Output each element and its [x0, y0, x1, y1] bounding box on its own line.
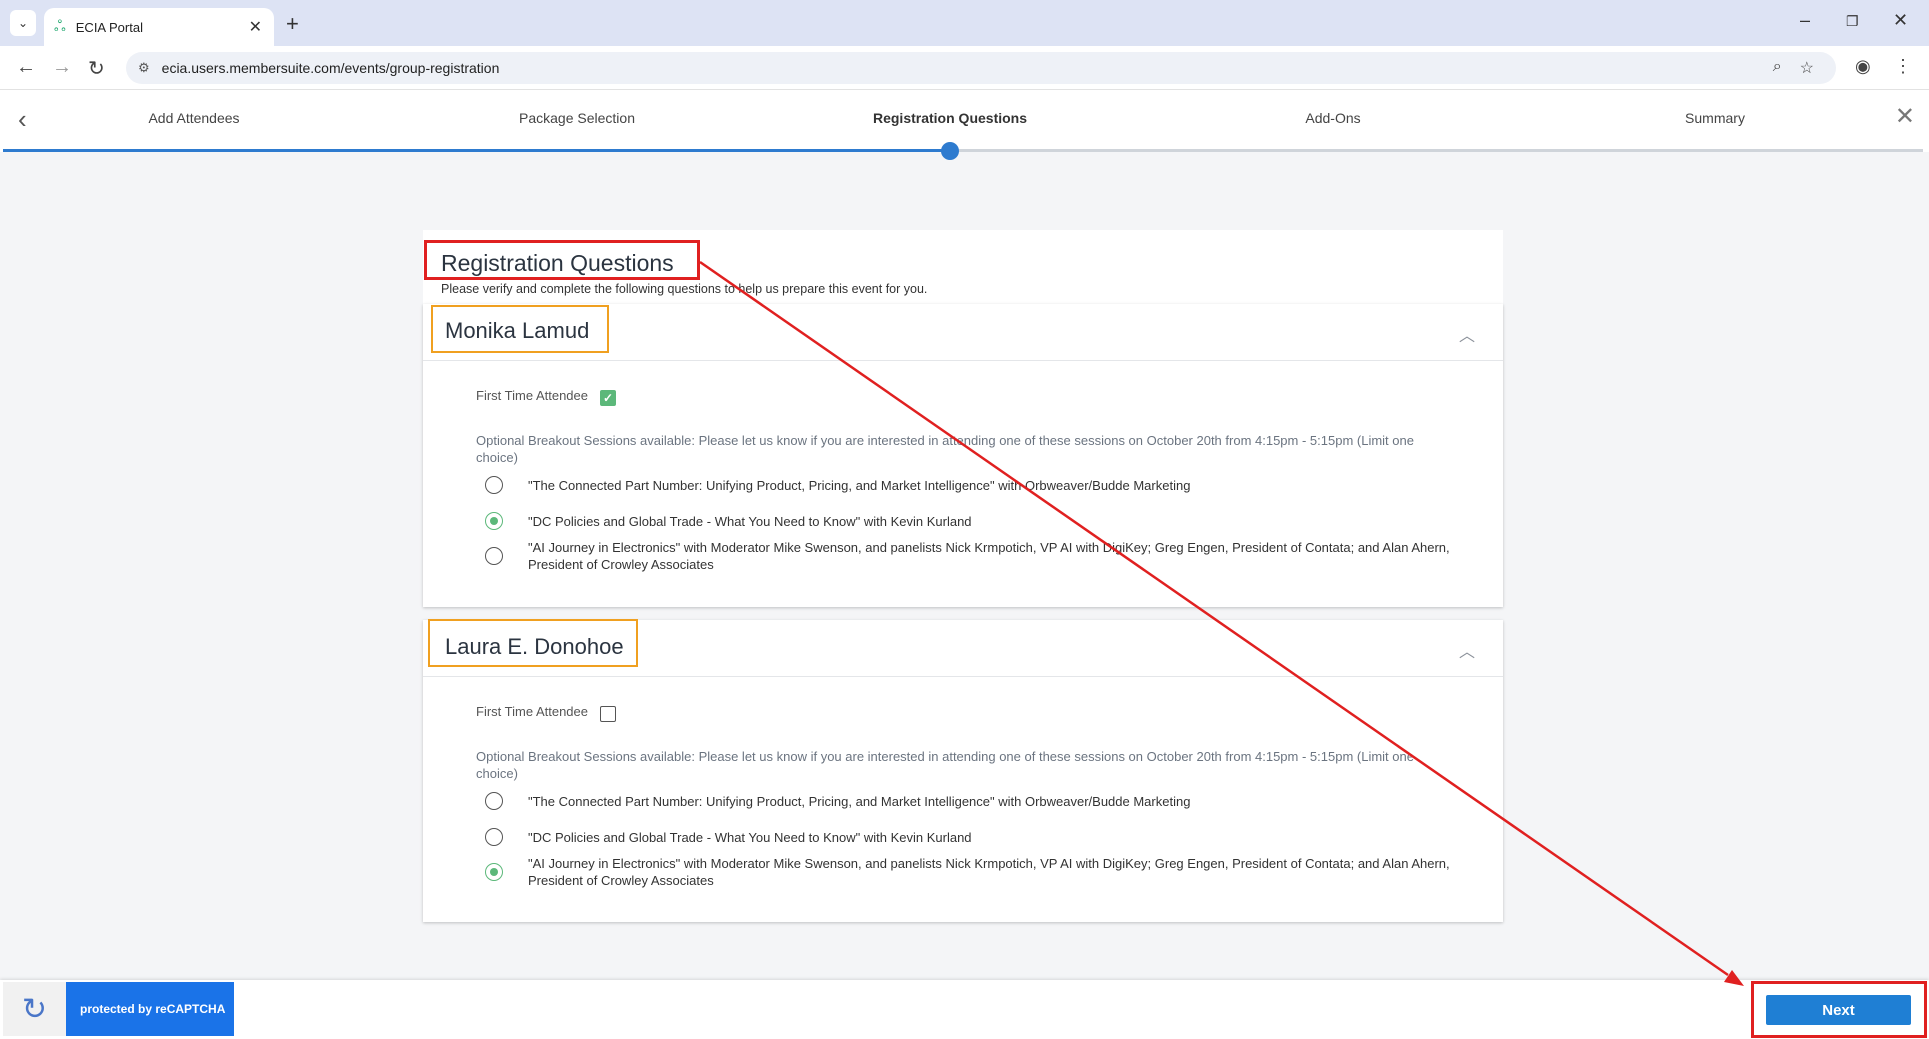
radio-button[interactable] — [485, 792, 503, 810]
first-time-attendee-row: First Time Attendee ✓ — [476, 384, 616, 406]
progress-fill — [3, 149, 951, 152]
url-text: ecia.users.membersuite.com/events/group-… — [161, 60, 500, 76]
progress-current-dot — [941, 142, 959, 160]
radio-button[interactable] — [485, 476, 503, 494]
new-tab-icon[interactable]: + — [286, 11, 299, 37]
recaptcha-icon: ↻ — [3, 982, 66, 1036]
bookmark-star-icon[interactable]: ☆ — [1800, 58, 1814, 78]
stepper-close-icon[interactable]: ✕ — [1895, 102, 1915, 131]
option-label: "AI Journey in Electronics" with Moderat… — [528, 540, 1450, 572]
step-add-ons[interactable]: Add-Ons — [1305, 110, 1360, 126]
profile-icon[interactable]: ◉ — [1855, 56, 1871, 77]
option-label: "AI Journey in Electronics" with Moderat… — [528, 856, 1450, 888]
radio-button[interactable] — [485, 512, 503, 530]
first-time-attendee-label: First Time Attendee — [476, 703, 588, 719]
minimize-icon[interactable]: – — [1800, 10, 1810, 31]
tab-title: ECIA Portal — [75, 19, 143, 35]
breakout-option[interactable]: "DC Policies and Global Trade - What You… — [485, 512, 1458, 530]
option-label: "DC Policies and Global Trade - What You… — [528, 830, 972, 845]
breakout-option[interactable]: "AI Journey in Electronics" with Moderat… — [485, 539, 1458, 573]
back-arrow-icon[interactable]: ← — [16, 56, 36, 79]
breakout-option[interactable]: "The Connected Part Number: Unifying Pro… — [485, 792, 1458, 810]
registration-stepper: ‹ Add Attendees Package Selection Regist… — [0, 90, 1929, 152]
annotation-box-attendee-1 — [431, 305, 609, 353]
first-time-attendee-row: First Time Attendee — [476, 700, 616, 722]
url-field[interactable]: ⚙ ecia.users.membersuite.com/events/grou… — [126, 52, 1836, 84]
option-label: "The Connected Part Number: Unifying Pro… — [528, 794, 1191, 809]
reload-icon[interactable]: ↻ — [88, 56, 105, 81]
annotation-box-title — [424, 240, 700, 280]
breakout-option[interactable]: "DC Policies and Global Trade - What You… — [485, 828, 1458, 846]
tab-close-icon[interactable]: ✕ — [249, 17, 262, 37]
site-info-icon[interactable]: ⚙ — [138, 60, 150, 76]
radio-button[interactable] — [485, 547, 503, 565]
restore-icon[interactable]: ❐ — [1846, 13, 1859, 30]
breakout-option[interactable]: "AI Journey in Electronics" with Moderat… — [485, 855, 1458, 889]
first-time-attendee-label: First Time Attendee — [476, 387, 588, 403]
chevron-up-icon[interactable]: ︿ — [1459, 638, 1475, 662]
first-time-attendee-checkbox[interactable]: ✓ — [600, 390, 616, 406]
annotation-box-next — [1751, 981, 1927, 1038]
browser-tab-bar: ⌄ ஃ ECIA Portal ✕ + – ❐ ✕ — [0, 0, 1929, 46]
stepper-back-icon[interactable]: ‹ — [18, 104, 27, 135]
more-menu-icon[interactable]: ⋮ — [1894, 56, 1912, 77]
step-package-selection[interactable]: Package Selection — [519, 110, 635, 126]
tab-search-menu-icon[interactable]: ⌄ — [10, 10, 36, 36]
recaptcha-text: protected by reCAPTCHA — [66, 982, 234, 1036]
page-footer: ↻ protected by reCAPTCHA Next — [0, 980, 1929, 1039]
step-summary[interactable]: Summary — [1685, 110, 1745, 126]
chevron-up-icon[interactable]: ︿ — [1459, 322, 1475, 346]
recaptcha-badge[interactable]: ↻ protected by reCAPTCHA — [3, 982, 234, 1036]
breakout-question: Optional Breakout Sessions available: Pl… — [476, 749, 1414, 781]
step-registration-questions[interactable]: Registration Questions — [873, 110, 1027, 126]
first-time-attendee-checkbox[interactable] — [600, 706, 616, 722]
annotation-box-attendee-2 — [428, 619, 638, 667]
address-bar: ← → ↻ ⚙ ecia.users.membersuite.com/event… — [0, 46, 1929, 90]
site-favicon-icon: ஃ — [54, 17, 66, 35]
window-close-icon[interactable]: ✕ — [1893, 10, 1908, 31]
radio-button[interactable] — [485, 863, 503, 881]
option-label: "The Connected Part Number: Unifying Pro… — [528, 478, 1191, 493]
forward-arrow-icon[interactable]: → — [52, 56, 72, 79]
option-label: "DC Policies and Global Trade - What You… — [528, 514, 972, 529]
step-add-attendees[interactable]: Add Attendees — [148, 110, 239, 126]
zoom-icon[interactable]: ⌕ — [1773, 58, 1782, 78]
breakout-option[interactable]: "The Connected Part Number: Unifying Pro… — [485, 476, 1458, 494]
page-subtitle: Please verify and complete the following… — [441, 282, 928, 296]
breakout-question: Optional Breakout Sessions available: Pl… — [476, 433, 1414, 465]
browser-tab[interactable]: ஃ ECIA Portal ✕ — [44, 8, 274, 46]
radio-button[interactable] — [485, 828, 503, 846]
